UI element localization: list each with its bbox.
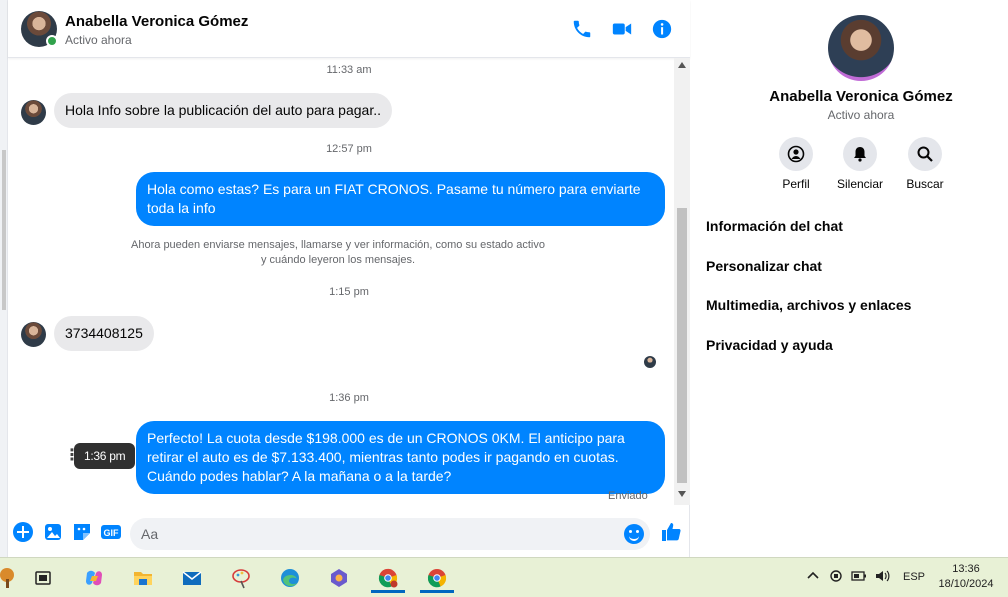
video-call-icon[interactable] [611, 18, 633, 40]
sender-avatar[interactable] [21, 100, 46, 125]
search-label: Buscar [906, 177, 944, 191]
profile-icon[interactable] [779, 137, 813, 171]
teams-icon[interactable] [322, 563, 356, 593]
paint-icon[interactable] [224, 563, 258, 593]
phone-icon[interactable] [571, 18, 593, 40]
info-note: Ahora pueden enviarse mensajes, llamarse… [128, 238, 548, 268]
details-avatar[interactable] [828, 15, 894, 81]
section-media-files[interactable]: Multimedia, archivos y enlaces [706, 297, 1008, 313]
plus-icon[interactable] [12, 521, 34, 543]
profile-label: Perfil [782, 177, 810, 191]
messenger-window: Anabella Veronica Gómez Activo ahora 11:… [0, 0, 1008, 557]
language-indicator[interactable]: ESP [903, 571, 925, 583]
image-icon[interactable] [42, 521, 64, 543]
contact-name[interactable]: Anabella Veronica Gómez [65, 13, 248, 30]
mail-icon[interactable] [175, 563, 209, 593]
info-note-line: Ahora pueden enviarse mensajes, llamarse… [131, 239, 545, 251]
widgets-icon[interactable] [0, 563, 18, 593]
incoming-message[interactable]: Hola Info sobre la publicación del auto … [54, 93, 392, 128]
online-indicator [46, 35, 58, 47]
incoming-message[interactable]: 3734408125 [54, 316, 154, 351]
taskbar: ESP 13:36 18/10/2024 [0, 557, 1008, 597]
left-edge-strip [0, 0, 8, 557]
mute-label: Silenciar [836, 177, 884, 191]
clock-date: 18/10/2024 [938, 578, 994, 590]
details-status: Activo ahora [827, 108, 895, 122]
emoji-icon[interactable] [624, 524, 644, 544]
section-privacy-help[interactable]: Privacidad y ayuda [706, 337, 1008, 353]
battery-icon[interactable] [851, 569, 867, 586]
chrome-icon[interactable] [420, 563, 454, 593]
timestamp: 12:57 pm [326, 143, 372, 155]
sent-status: Enviado [608, 490, 648, 502]
bell-icon[interactable] [843, 137, 877, 171]
timestamp: 11:33 am [326, 64, 372, 76]
thumbs-up-icon[interactable] [660, 521, 682, 543]
file-explorer-icon[interactable] [126, 563, 160, 593]
contact-status: Activo ahora [65, 33, 132, 47]
left-scrollbar[interactable] [2, 150, 6, 310]
outgoing-message[interactable]: Hola como estas? Es para un FIAT CRONOS.… [136, 172, 665, 226]
message-input[interactable]: Aa [130, 518, 650, 550]
scroll-down-icon[interactable] [678, 491, 686, 497]
chevron-up-icon[interactable] [806, 569, 820, 586]
info-icon[interactable] [651, 18, 673, 40]
timestamp: 1:36 pm [329, 392, 369, 404]
seen-indicator-avatar [644, 356, 656, 368]
profile-button[interactable]: Perfil [761, 137, 831, 191]
search-icon[interactable] [908, 137, 942, 171]
time-tooltip: 1:36 pm [74, 443, 136, 469]
message-input-placeholder: Aa [141, 526, 159, 542]
chat-header: Anabella Veronica Gómez Activo ahora [8, 0, 690, 58]
section-chat-info[interactable]: Información del chat [706, 218, 1008, 234]
volume-icon[interactable] [875, 569, 891, 586]
copilot-icon[interactable] [77, 563, 111, 593]
chrome-profile-icon[interactable] [371, 563, 405, 593]
message-list: 11:33 am Hola Info sobre la publicación … [8, 58, 690, 505]
sender-avatar[interactable] [21, 322, 46, 347]
search-button[interactable]: Buscar [890, 137, 960, 191]
task-view-icon[interactable] [26, 563, 60, 593]
location-icon[interactable] [829, 569, 843, 586]
section-label: Personalizar chat [706, 258, 822, 274]
scroll-thumb[interactable] [677, 208, 687, 483]
chat-scrollbar[interactable] [674, 58, 690, 505]
composer: GIF Aa [8, 505, 690, 557]
info-note-line: y cuándo leyeron los mensajes. [260, 254, 416, 266]
gif-icon[interactable]: GIF [100, 521, 122, 543]
edge-icon[interactable] [273, 563, 307, 593]
section-customize-chat[interactable]: Personalizar chat [706, 258, 1008, 274]
section-label: Información del chat [706, 218, 843, 234]
outgoing-message[interactable]: Perfecto! La cuota desde $198.000 es de … [136, 421, 665, 494]
chat-panel: Anabella Veronica Gómez Activo ahora 11:… [8, 0, 690, 557]
clock[interactable]: 13:36 18/10/2024 [934, 562, 998, 592]
mute-button[interactable]: Silenciar [825, 137, 895, 191]
clock-time: 13:36 [952, 563, 980, 575]
details-panel: Anabella Veronica Gómez Activo ahora Per… [691, 0, 1008, 557]
svg-text:GIF: GIF [104, 528, 120, 538]
section-label: Multimedia, archivos y enlaces [706, 297, 912, 313]
details-name: Anabella Veronica Gómez [769, 88, 953, 105]
sticker-icon[interactable] [71, 521, 93, 543]
scroll-up-icon[interactable] [678, 62, 686, 68]
timestamp: 1:15 pm [329, 286, 369, 298]
section-label: Privacidad y ayuda [706, 337, 833, 353]
